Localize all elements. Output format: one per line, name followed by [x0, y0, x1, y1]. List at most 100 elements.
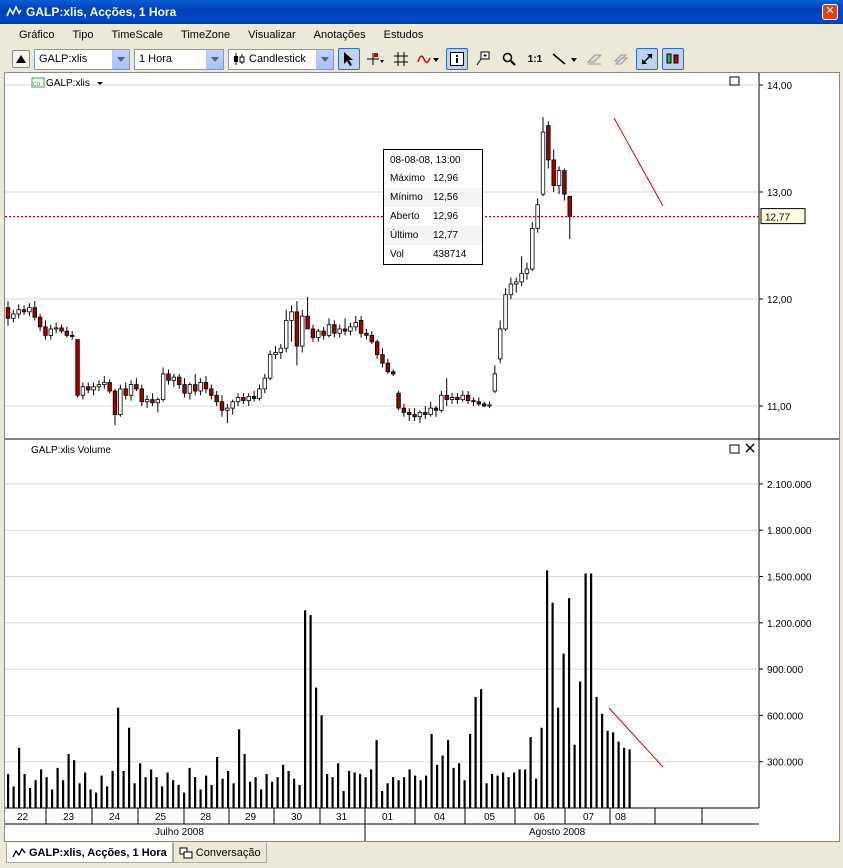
candle[interactable] [112, 388, 118, 426]
candle[interactable] [562, 168, 567, 201]
volume-bar[interactable] [463, 780, 466, 808]
candle[interactable] [476, 397, 481, 406]
zoom-button[interactable] [498, 48, 520, 70]
volume-bar[interactable] [150, 769, 153, 808]
candle[interactable] [59, 324, 64, 334]
eraser-button[interactable] [584, 48, 606, 70]
volume-bar[interactable] [254, 777, 257, 808]
candle[interactable] [412, 408, 417, 421]
volume-bar[interactable] [584, 573, 587, 808]
volume-bar[interactable] [199, 789, 202, 808]
candle[interactable] [460, 391, 465, 402]
volume-bar[interactable] [601, 713, 604, 808]
collapse-toolbar-button[interactable] [12, 50, 30, 68]
symbol-select[interactable]: GALP:xlis [34, 48, 130, 70]
volume-bar[interactable] [562, 653, 565, 808]
volume-bar[interactable] [144, 777, 147, 808]
volume-bar[interactable] [414, 775, 417, 808]
candle[interactable] [294, 301, 300, 366]
candle[interactable] [385, 358, 391, 374]
volume-bar[interactable] [188, 767, 191, 808]
volume-bar[interactable] [62, 780, 65, 808]
maximize-volume-panel-icon[interactable] [729, 444, 740, 454]
volume-bar[interactable] [403, 777, 406, 808]
volume-bar[interactable] [45, 777, 48, 808]
candle[interactable] [251, 391, 257, 402]
candle[interactable] [37, 313, 43, 332]
volume-bar[interactable] [375, 740, 378, 808]
candle[interactable] [70, 331, 75, 340]
volume-bar[interactable] [546, 570, 549, 808]
candle[interactable] [11, 309, 16, 323]
volume-bar[interactable] [331, 777, 334, 808]
price-legend[interactable]: GALP:xlis [46, 78, 90, 89]
volume-bar[interactable] [513, 772, 516, 808]
volume-bar[interactable] [210, 784, 213, 808]
volume-bar[interactable] [12, 786, 15, 808]
candle[interactable] [176, 373, 182, 389]
volume-bar[interactable] [447, 740, 450, 808]
volume-bar[interactable] [232, 783, 235, 808]
volume-bar[interactable] [551, 602, 554, 808]
volume-legend[interactable]: GALP:xlis Volume [31, 445, 111, 456]
candle[interactable] [514, 277, 519, 293]
volume-bar[interactable] [595, 696, 598, 808]
volume-bar[interactable] [287, 770, 290, 808]
candle[interactable] [128, 380, 134, 401]
volume-bar[interactable] [386, 783, 389, 808]
volume-bar[interactable] [353, 772, 356, 808]
volume-bar[interactable] [128, 727, 131, 808]
volume-bar[interactable] [628, 749, 631, 808]
candle[interactable] [300, 309, 305, 353]
candle[interactable] [305, 296, 310, 330]
candle[interactable] [310, 324, 316, 342]
candle[interactable] [289, 305, 294, 342]
volume-bar[interactable] [617, 741, 620, 808]
candle[interactable] [492, 365, 498, 394]
volume-bar[interactable] [139, 763, 142, 808]
volume-bar[interactable] [73, 760, 76, 808]
volume-bar[interactable] [298, 784, 301, 808]
candle[interactable] [390, 369, 396, 377]
volume-bar[interactable] [452, 767, 455, 808]
candle[interactable] [326, 318, 332, 338]
eraser-all-button[interactable] [610, 48, 632, 70]
grid-toggle-button[interactable] [390, 48, 412, 70]
interval-select[interactable]: 1 Hora [134, 48, 224, 70]
volume-bar[interactable] [271, 781, 274, 808]
volume-bar[interactable] [381, 791, 384, 808]
volume-bar[interactable] [238, 729, 241, 808]
volume-bar[interactable] [326, 774, 329, 808]
volume-bar[interactable] [7, 774, 10, 808]
candle[interactable] [64, 326, 70, 338]
volume-bar[interactable] [397, 780, 400, 808]
candle[interactable] [433, 406, 439, 417]
volume-bar[interactable] [540, 727, 543, 808]
candle[interactable] [139, 384, 144, 406]
menu-tipo[interactable]: Tipo [63, 29, 102, 41]
volume-bar[interactable] [133, 783, 136, 808]
volume-bar[interactable] [51, 789, 54, 808]
close-volume-panel-icon[interactable] [745, 443, 755, 453]
menu-grafico[interactable]: Gráfico [10, 29, 63, 41]
candle[interactable] [209, 384, 214, 400]
candle[interactable] [32, 301, 37, 321]
maximize-price-panel-icon[interactable] [729, 76, 740, 86]
volume-bar[interactable] [524, 769, 527, 808]
chart-type-select[interactable]: Candlestick [228, 48, 334, 70]
studies-button[interactable] [416, 48, 442, 70]
candle[interactable] [5, 301, 11, 326]
candle[interactable] [471, 397, 476, 406]
candle[interactable] [487, 401, 492, 409]
candle[interactable] [214, 391, 219, 406]
volume-bar[interactable] [221, 778, 224, 808]
candle[interactable] [155, 397, 160, 413]
volume-bar[interactable] [23, 774, 26, 808]
volume-bar[interactable] [590, 573, 593, 808]
volume-bar[interactable] [95, 792, 98, 808]
volume-bar[interactable] [348, 770, 351, 808]
volume-bar[interactable] [474, 696, 477, 808]
candle[interactable] [75, 339, 80, 398]
candle[interactable] [519, 256, 524, 287]
volume-bar[interactable] [194, 777, 197, 808]
